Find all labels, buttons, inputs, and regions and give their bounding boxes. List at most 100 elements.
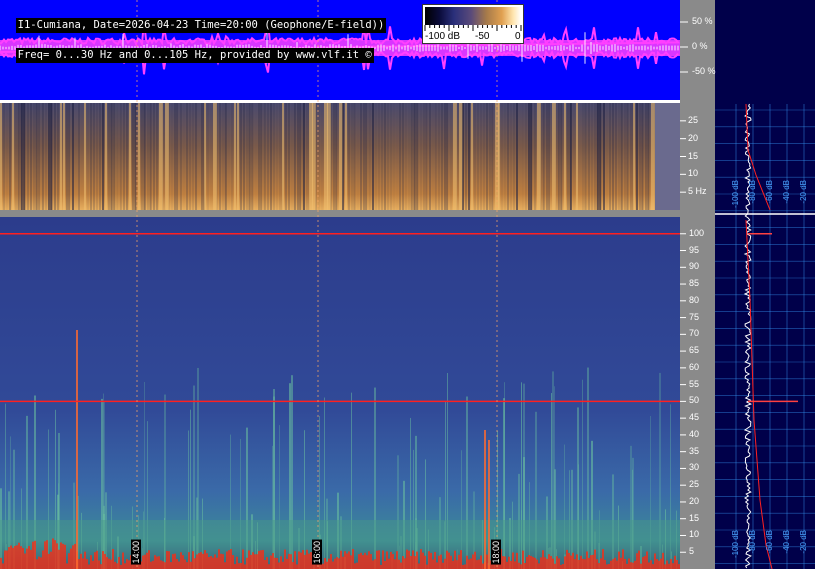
spectrogram-red-noise (294, 551, 296, 569)
spectrogram-red-noise (176, 558, 178, 569)
spectrogram-main-streak (670, 404, 671, 569)
spectrogram-red-noise (254, 554, 256, 569)
spectrogram-red-noise (378, 550, 380, 569)
spectrogram-top-column (39, 103, 43, 210)
spectrogram-top-column (267, 103, 269, 210)
spectrogram-red-noise (572, 552, 574, 569)
spectrogram-main-streak (255, 540, 256, 569)
spectrogram-red-noise (366, 555, 368, 569)
spectrogram-main-streak (529, 482, 530, 569)
spectrogram-red-noise (354, 563, 356, 569)
spectrogram-red-noise (648, 562, 650, 569)
spectrogram-red-noise (494, 562, 496, 569)
spectrogram-red-noise (238, 563, 240, 569)
spectrogram-red-noise (90, 555, 92, 569)
spectrogram-main-streak (103, 505, 105, 569)
spectrogram-red-noise (130, 555, 132, 569)
spectrogram-red-noise (622, 549, 624, 569)
spectrogram-top-column (180, 103, 182, 210)
spectrogram-top-column (450, 103, 452, 210)
spectrogram-red-noise (20, 546, 22, 569)
spectrogram-top-column (18, 103, 22, 210)
spectrogram-main-streak (665, 509, 666, 569)
spectrogram-red-noise (120, 564, 122, 569)
spectrogram-main-streak (521, 382, 522, 569)
spectrogram-top-column (261, 103, 265, 210)
spectrogram-red-noise (528, 555, 530, 569)
spectrogram-top-column (252, 103, 254, 210)
spectrogram-red-noise (246, 557, 248, 569)
spectrogram-top-column (126, 103, 128, 210)
spectrogram-top-column (555, 103, 559, 210)
spectrogram-red-noise (410, 556, 412, 569)
spectrogram-red-noise (626, 563, 628, 569)
spectrogram-main-streak (662, 544, 663, 569)
spectrogram-red-noise (588, 557, 590, 569)
spectrum-profile-trace (743, 103, 753, 569)
spectrogram-top-column (468, 103, 470, 210)
spectrogram-red-noise (456, 560, 458, 569)
spectrogram-main-streak (26, 415, 28, 569)
spectrogram-top-column (597, 103, 601, 210)
spectrogram-main-ytick-label: 75 (689, 311, 700, 322)
spectrogram-top-column (276, 103, 278, 210)
spectrogram-red-noise (390, 551, 392, 569)
spectrogram-main-streak (650, 416, 651, 569)
spectrogram-top-column (630, 103, 634, 210)
spectrogram-red-noise (210, 556, 212, 569)
spectrogram-red-noise (672, 563, 674, 569)
spectrogram-top-column (636, 103, 638, 210)
spectrogram-top-column (144, 103, 146, 210)
spectrogram-main-streak (143, 511, 144, 569)
spectrogram-red-noise (382, 550, 384, 569)
spectrogram-red-noise (204, 550, 206, 569)
spectrogram-main-streak (659, 372, 661, 569)
spectrogram-red-noise (252, 552, 254, 569)
spectrogram-main-streak (77, 495, 79, 569)
spectrogram-main-streak (319, 522, 320, 569)
spectrogram-red-noise (450, 555, 452, 569)
spectrogram-red-noise (356, 562, 358, 569)
spectrogram-top-column (165, 103, 169, 210)
spectrogram-red-noise (244, 564, 246, 569)
spectrogram-red-noise (594, 549, 596, 569)
spectrogram-top-column (192, 103, 194, 210)
spectrogram-main-streak (324, 397, 325, 569)
spectrogram-top-column (414, 103, 418, 210)
spectrogram-top-column (138, 103, 140, 210)
spectrogram-red-noise (554, 563, 556, 569)
spectrogram-red-noise (286, 558, 288, 569)
spectrogram-top-column (168, 103, 170, 210)
spectrogram-top-column (651, 103, 655, 210)
spectrogram-top-column (102, 103, 104, 210)
spectrogram-top-column (576, 103, 578, 210)
spectrogram-red-noise (592, 554, 594, 569)
spectrogram-top-column (357, 103, 359, 210)
spectrogram-red-noise (270, 555, 272, 569)
spectrogram-top-column (159, 103, 163, 210)
spectrogram-red-noise (128, 560, 130, 569)
spectrogram-main-streak (591, 440, 593, 569)
spectrogram-red-noise (628, 558, 630, 569)
spectrogram-main-ytick-label: 55 (689, 378, 700, 389)
spectrogram-red-noise (126, 559, 128, 569)
spectrogram-red-noise (228, 550, 230, 569)
spectrogram-red-noise (444, 558, 446, 569)
spectrogram-top-column (264, 103, 266, 210)
spectrogram-main-streak (6, 544, 7, 569)
spectrogram-red-noise (610, 560, 612, 569)
spectrogram-red-noise (124, 563, 126, 569)
chart-header: I1-Cumiana, Date=2026-04-23 Time=20:00 (… (3, 3, 387, 63)
spectrogram-main-streak (466, 396, 468, 569)
spectrogram-top-column (282, 103, 284, 210)
spectrogram-red-noise (102, 551, 104, 569)
spectrogram-red-noise (524, 562, 526, 569)
spectrogram-top-column (420, 103, 422, 210)
spectrogram-main-streak (487, 563, 489, 569)
spectrogram-red-noise (36, 559, 38, 569)
spectrogram-red-noise (222, 554, 224, 569)
spectrogram-red-noise (160, 560, 162, 569)
spectrogram-top-column (207, 103, 209, 210)
spectrogram-main-streak (400, 536, 402, 569)
spectrogram-red-noise (646, 551, 648, 569)
